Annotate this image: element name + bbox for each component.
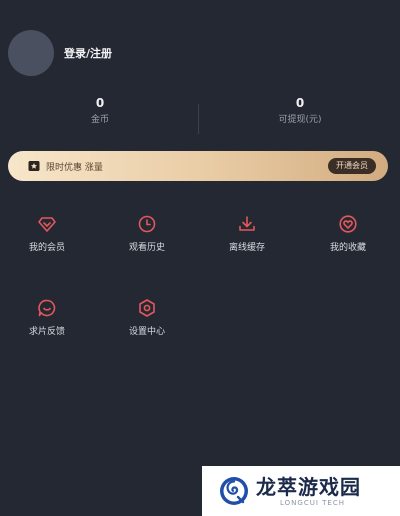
clock-icon bbox=[138, 215, 156, 233]
menu-label: 求片反馈 bbox=[28, 327, 65, 337]
site-watermark: 龙萃游戏园 LONGCUI TECH bbox=[202, 466, 400, 516]
vip-promo-text: 限时优惠 涨量 bbox=[46, 162, 103, 173]
withdrawable-stat[interactable]: 0 可提现(元) bbox=[200, 94, 400, 138]
open-vip-button[interactable]: 开通会员 bbox=[328, 158, 376, 174]
avatar[interactable] bbox=[8, 30, 54, 76]
menu-my-favorites[interactable]: 我的收藏 bbox=[318, 214, 378, 253]
coins-value: 0 bbox=[95, 96, 105, 110]
withdrawable-label: 可提现(元) bbox=[278, 115, 322, 125]
crown-icon bbox=[28, 161, 40, 171]
download-icon bbox=[239, 216, 255, 231]
menu-settings[interactable]: 设置中心 bbox=[117, 298, 177, 337]
heart-icon bbox=[339, 215, 357, 233]
stats-divider bbox=[198, 104, 199, 134]
menu-label: 设置中心 bbox=[128, 327, 165, 337]
stats-row: 0 金币 0 可提现(元) bbox=[0, 94, 400, 138]
vip-banner[interactable]: 限时优惠 涨量 开通会员 bbox=[8, 151, 388, 181]
menu-watch-history[interactable]: 观看历史 bbox=[117, 214, 177, 253]
menu-label: 我的收藏 bbox=[329, 243, 366, 253]
profile-header[interactable]: 登录/注册 bbox=[8, 30, 112, 76]
dragon-logo-icon bbox=[220, 477, 248, 505]
coins-stat[interactable]: 0 金币 bbox=[0, 94, 200, 138]
watermark-title: 龙萃游戏园 bbox=[256, 475, 361, 499]
watermark-subtitle: LONGCUI TECH bbox=[280, 499, 345, 507]
diamond-icon bbox=[38, 217, 56, 232]
menu-my-membership[interactable]: 我的会员 bbox=[17, 214, 77, 253]
watermark-text: 龙萃游戏园 LONGCUI TECH bbox=[256, 475, 361, 507]
coins-label: 金币 bbox=[90, 115, 109, 125]
menu-label: 离线缓存 bbox=[228, 243, 265, 253]
menu-offline-cache[interactable]: 离线缓存 bbox=[217, 214, 277, 253]
chat-smile-icon bbox=[38, 299, 56, 317]
withdrawable-value: 0 bbox=[295, 96, 305, 110]
menu-label: 我的会员 bbox=[28, 243, 65, 253]
menu-request-feedback[interactable]: 求片反馈 bbox=[17, 298, 77, 337]
gear-icon bbox=[139, 299, 155, 317]
login-register-link[interactable]: 登录/注册 bbox=[64, 45, 112, 61]
menu-label: 观看历史 bbox=[128, 243, 165, 253]
